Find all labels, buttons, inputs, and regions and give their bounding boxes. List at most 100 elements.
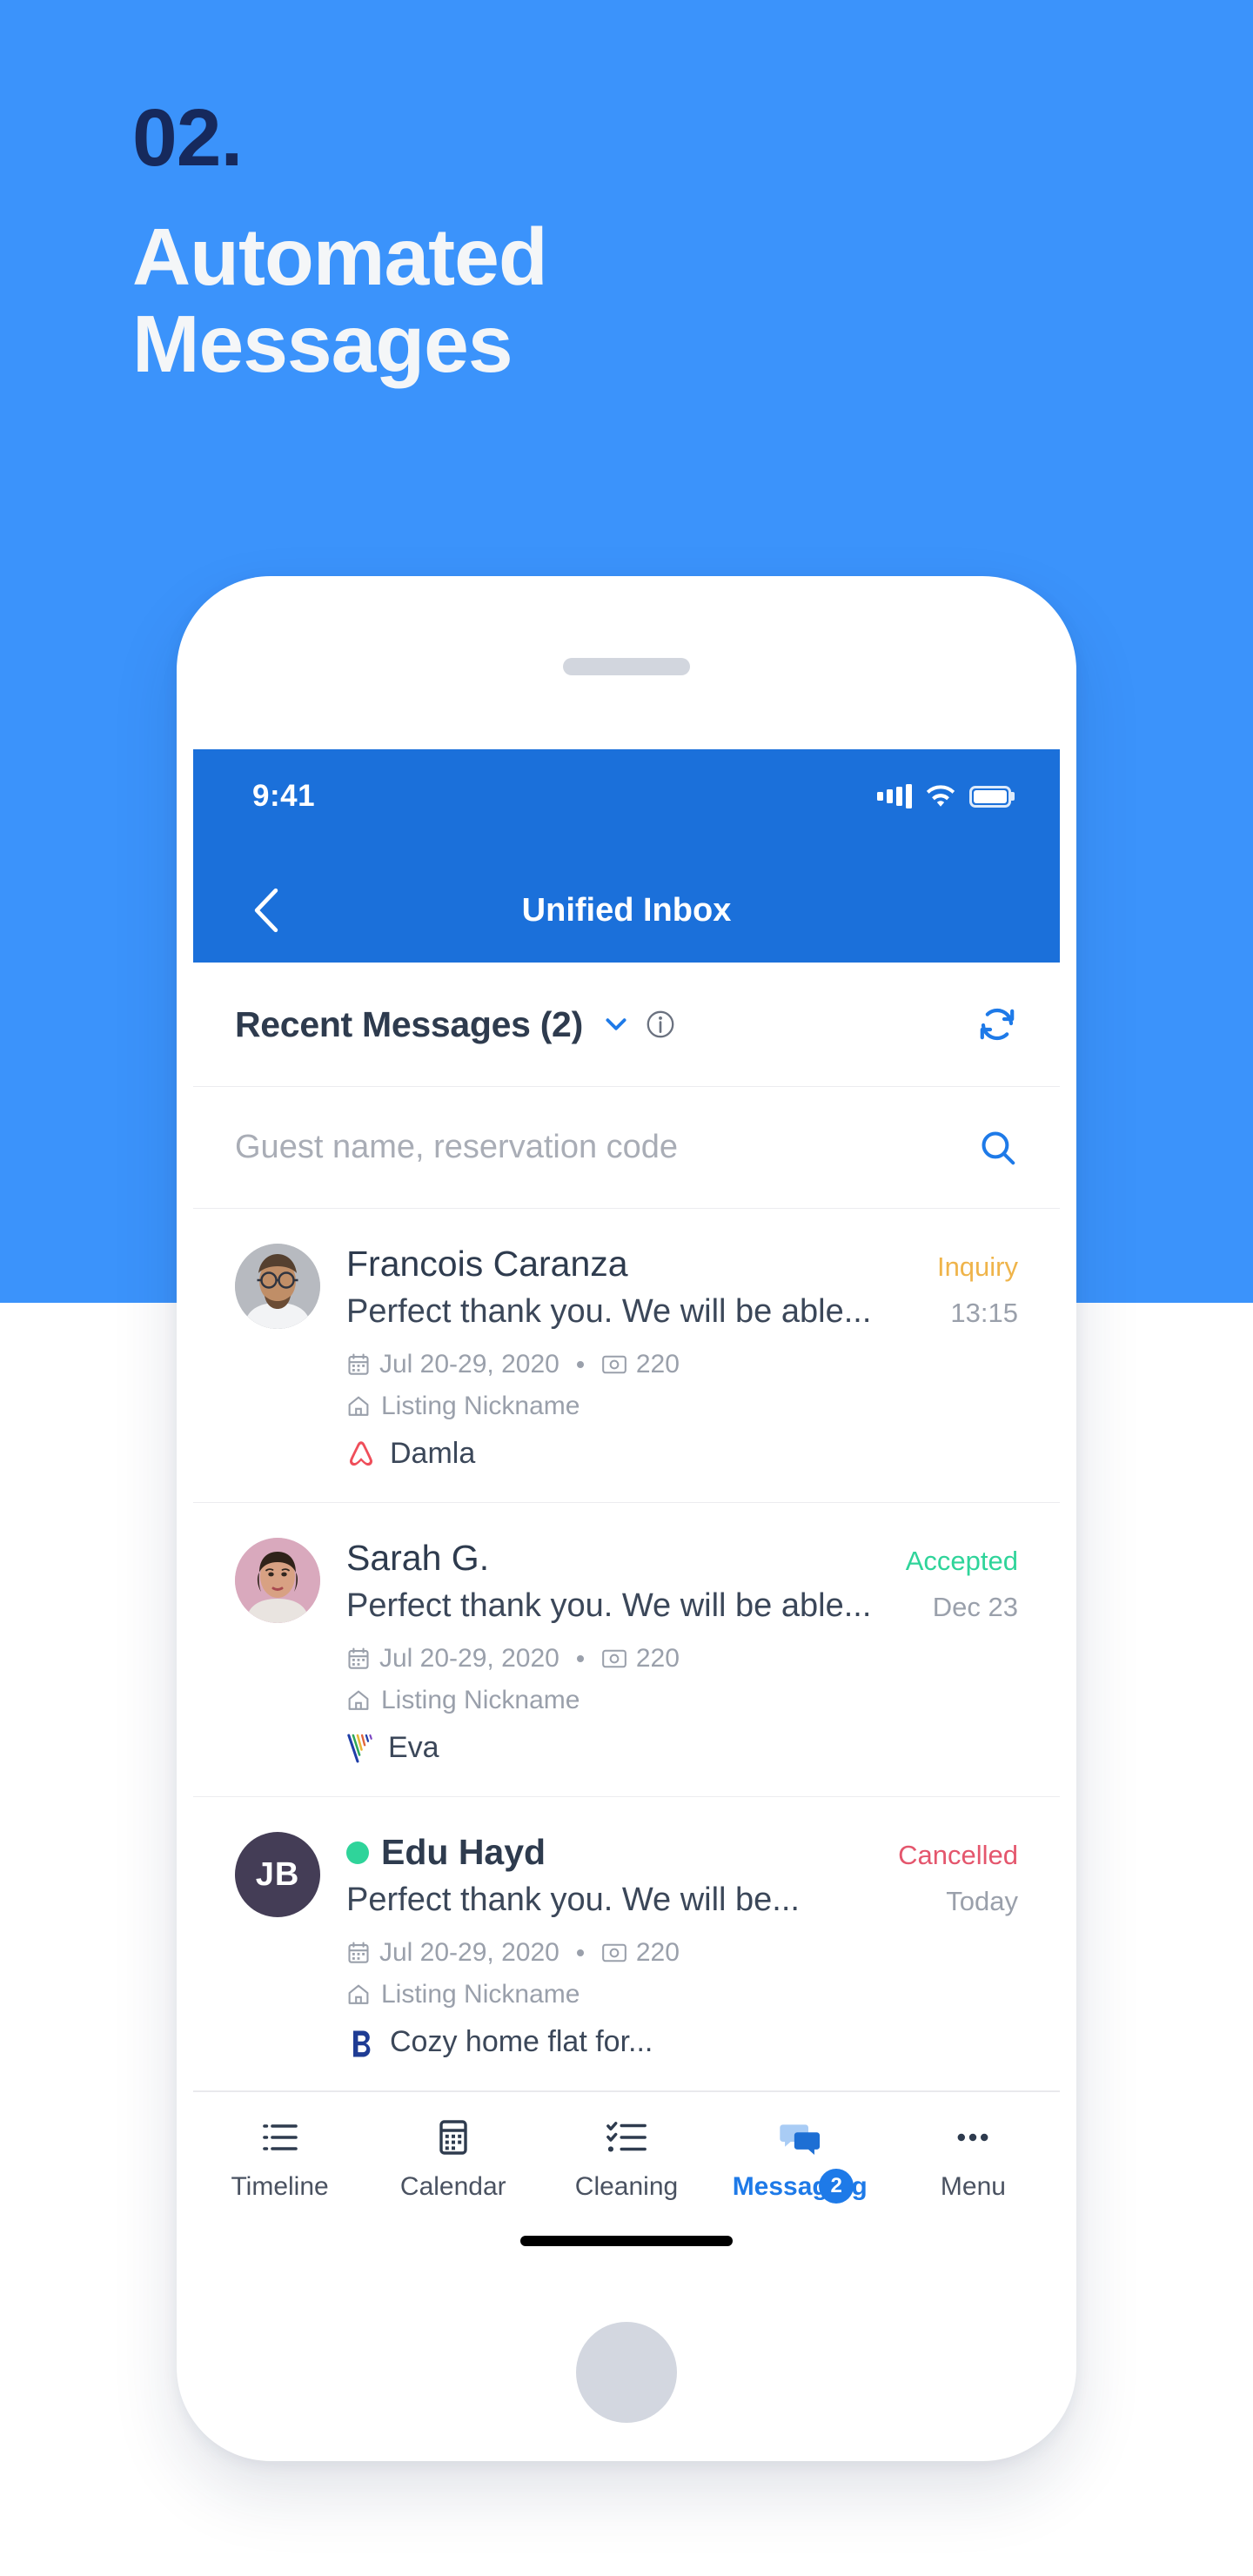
hero-text-block: 02. Automated Messages	[132, 97, 915, 388]
booking-icon	[346, 2027, 376, 2058]
page-title: Unified Inbox	[521, 891, 732, 929]
phone-screen: 9:41 Unified Inbox Recent Messages (2) G…	[193, 749, 1060, 2269]
back-button[interactable]	[242, 886, 291, 935]
chevron-left-icon	[251, 888, 281, 933]
hero-step-number: 02.	[132, 92, 243, 183]
message-preview-line: Perfect thank you. We will be... Today	[346, 1882, 1018, 1919]
house-icon	[346, 1982, 371, 2007]
meta-separator-dot	[576, 1655, 584, 1662]
avatar-photo-female	[235, 1538, 320, 1623]
hero-title-line-2: Messages	[132, 299, 513, 390]
message-preview: Perfect thank you. We will be able...	[346, 1293, 872, 1330]
info-circle-icon[interactable]	[646, 1010, 675, 1039]
signal-bars-icon	[877, 784, 912, 808]
message-preview-line: Perfect thank you. We will be able... De…	[346, 1587, 1018, 1625]
message-row[interactable]: Sarah G. Accepted Perfect thank you. We …	[193, 1503, 1060, 1797]
avatar-photo-male	[235, 1244, 320, 1329]
avatar: JB	[235, 1832, 320, 1917]
message-list: Francois Caranza Inquiry Perfect thank y…	[193, 1209, 1060, 2091]
status-badge: Inquiry	[936, 1251, 1018, 1282]
meta-separator-dot	[576, 1361, 584, 1368]
home-indicator	[520, 2236, 733, 2246]
message-preview: Perfect thank you. We will be able...	[346, 1587, 872, 1624]
calendar-icon	[433, 2115, 473, 2160]
status-badge: Cancelled	[898, 1840, 1018, 1870]
chevron-down-icon[interactable]	[602, 1010, 630, 1038]
tab-messaging[interactable]: Messaging 2	[714, 2115, 887, 2204]
tab-label: Menu	[940, 2172, 1006, 2201]
message-preview-line: Perfect thank you. We will be able... 13…	[346, 1293, 1018, 1331]
search-input[interactable]	[235, 1129, 978, 1166]
reservation-dates: Jul 20-29, 2020	[379, 1644, 559, 1673]
tab-label: Calendar	[399, 2172, 506, 2201]
phone-home-button[interactable]	[576, 2322, 677, 2423]
channel-row: Cozy home flat for...	[346, 2025, 1018, 2059]
avatar	[235, 1244, 320, 1329]
listing-row: Listing Nickname	[346, 1392, 1018, 1421]
channel-row: Damla	[346, 1437, 1018, 1471]
channel-name: Damla	[390, 1437, 476, 1470]
reservation-amount: 220	[635, 1938, 680, 1967]
airbnb-icon	[346, 1439, 376, 1470]
channel-name: Eva	[388, 1731, 439, 1764]
message-preview: Perfect thank you. We will be...	[346, 1882, 800, 1918]
calendar-icon	[346, 1647, 371, 1671]
app-header: 9:41 Unified Inbox	[193, 749, 1060, 963]
guest-name: Edu Hayd	[381, 1832, 546, 1872]
money-icon	[601, 1941, 627, 1965]
message-content: Edu Hayd Cancelled Perfect thank you. We…	[346, 1832, 1018, 2059]
calendar-icon	[346, 1941, 371, 1965]
house-icon	[346, 1394, 371, 1419]
vrbo-icon	[346, 1733, 374, 1764]
recent-messages-title: Recent Messages (2)	[235, 1003, 583, 1044]
meta-separator-dot	[576, 1949, 584, 1956]
listing-name: Listing Nickname	[381, 1686, 580, 1714]
house-icon	[346, 1688, 371, 1713]
unread-indicator-dot	[346, 1841, 369, 1864]
reservation-dates: Jul 20-29, 2020	[379, 1350, 559, 1379]
hero-title: Automated Messages	[132, 213, 915, 388]
listing-row: Listing Nickname	[346, 1686, 1018, 1715]
refresh-icon[interactable]	[976, 1003, 1018, 1045]
reservation-amount: 220	[635, 1644, 680, 1673]
checklist-icon	[605, 2115, 648, 2160]
tab-timeline[interactable]: Timeline	[193, 2115, 366, 2202]
listing-name: Listing Nickname	[381, 1392, 580, 1420]
tab-cleaning[interactable]: Cleaning	[539, 2115, 713, 2202]
ellipsis-icon	[952, 2115, 994, 2160]
tab-menu[interactable]: Menu	[887, 2115, 1060, 2202]
hero-title-line-1: Automated	[132, 211, 548, 302]
tab-label: Cleaning	[574, 2172, 679, 2201]
message-header-line: Sarah G. Accepted	[346, 1538, 1018, 1579]
tab-label: Timeline	[231, 2172, 329, 2201]
reservation-meta: Jul 20-29, 2020 220	[346, 1350, 1018, 1379]
reservation-meta: Jul 20-29, 2020 220	[346, 1644, 1018, 1674]
phone-speaker-grille	[563, 658, 690, 675]
calendar-icon	[346, 1352, 371, 1377]
battery-full-icon	[969, 785, 1011, 808]
reservation-dates: Jul 20-29, 2020	[379, 1938, 559, 1967]
message-content: Francois Caranza Inquiry Perfect thank y…	[346, 1244, 1018, 1471]
message-timestamp: 13:15	[950, 1298, 1018, 1328]
message-timestamp: Today	[946, 1886, 1018, 1916]
recent-messages-header: Recent Messages (2)	[193, 963, 1060, 1087]
nav-bar: Unified Inbox	[193, 858, 1060, 963]
message-row[interactable]: Francois Caranza Inquiry Perfect thank y…	[193, 1209, 1060, 1503]
listing-name: Listing Nickname	[381, 1980, 580, 2009]
page-root: 02. Automated Messages 9:41 Unified Inbo…	[0, 0, 1253, 2576]
money-icon	[601, 1352, 627, 1377]
guest-name: Francois Caranza	[346, 1244, 628, 1284]
tab-calendar[interactable]: Calendar	[366, 2115, 539, 2202]
message-row[interactable]: JB Edu Hayd Cancelled Perfect thank you.…	[193, 1797, 1060, 2091]
status-bar-icons	[877, 784, 1011, 808]
search-icon[interactable]	[978, 1128, 1018, 1168]
message-timestamp: Dec 23	[932, 1592, 1018, 1622]
message-header-line: Edu Hayd Cancelled	[346, 1832, 1018, 1873]
status-bar: 9:41	[193, 749, 1060, 843]
messaging-badge: 2	[819, 2169, 854, 2204]
timeline-list-icon	[259, 2115, 301, 2160]
money-icon	[601, 1647, 627, 1671]
channel-name: Cozy home flat for...	[390, 2025, 653, 2058]
status-badge: Accepted	[905, 1546, 1018, 1576]
avatar	[235, 1538, 320, 1623]
